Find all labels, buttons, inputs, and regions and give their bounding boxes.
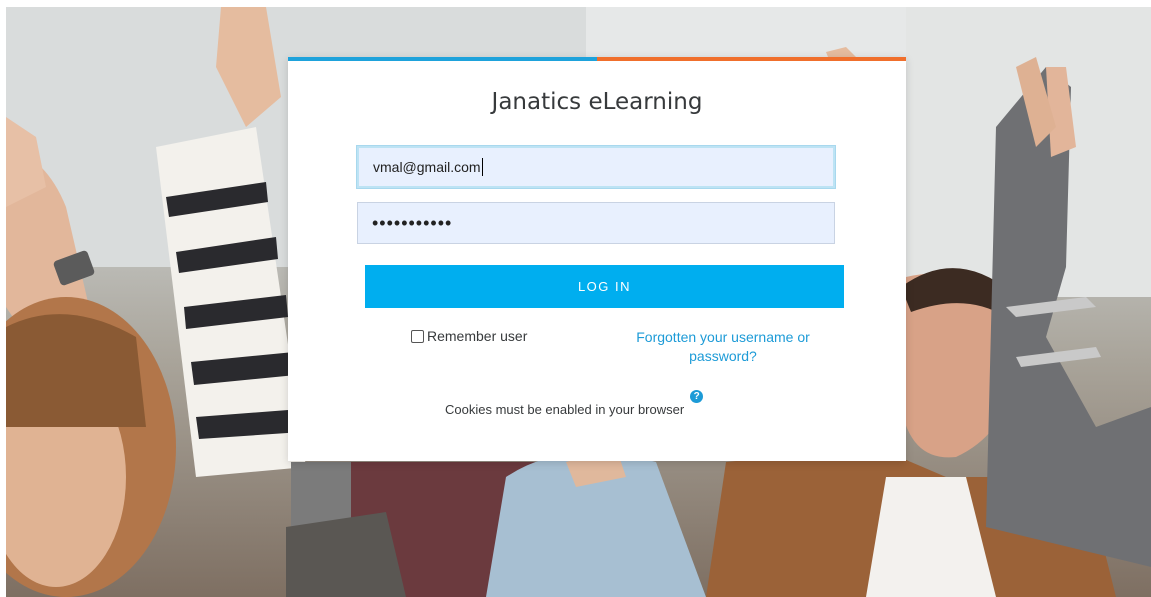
site-title: Janatics eLearning bbox=[491, 89, 703, 115]
card-accent-bar bbox=[288, 57, 906, 61]
username-value: vmal@gmail.com bbox=[373, 159, 481, 175]
cookies-notice-text: Cookies must be enabled in your browser bbox=[445, 402, 685, 417]
cookies-notice: Cookies must be enabled in your browser … bbox=[445, 390, 704, 417]
text-caret bbox=[481, 158, 483, 176]
remember-user-control[interactable]: Remember user bbox=[411, 328, 527, 344]
remember-user-label: Remember user bbox=[427, 328, 528, 344]
accent-bar-orange bbox=[597, 57, 906, 61]
password-masked-value: ••••••••••• bbox=[372, 212, 453, 233]
login-card: Janatics eLearning vmal@gmail.com ••••••… bbox=[288, 57, 906, 461]
question-circle-icon[interactable]: ? bbox=[690, 390, 704, 403]
login-page: Janatics eLearning vmal@gmail.com ••••••… bbox=[0, 0, 1151, 597]
remember-user-checkbox[interactable] bbox=[411, 329, 424, 343]
accent-bar-blue bbox=[288, 57, 597, 61]
login-button[interactable]: LOG IN bbox=[365, 265, 844, 308]
password-input[interactable]: ••••••••••• bbox=[357, 202, 835, 244]
username-input[interactable]: vmal@gmail.com bbox=[357, 146, 835, 188]
forgot-credentials-link[interactable]: Forgotten your username or password? bbox=[618, 328, 828, 366]
